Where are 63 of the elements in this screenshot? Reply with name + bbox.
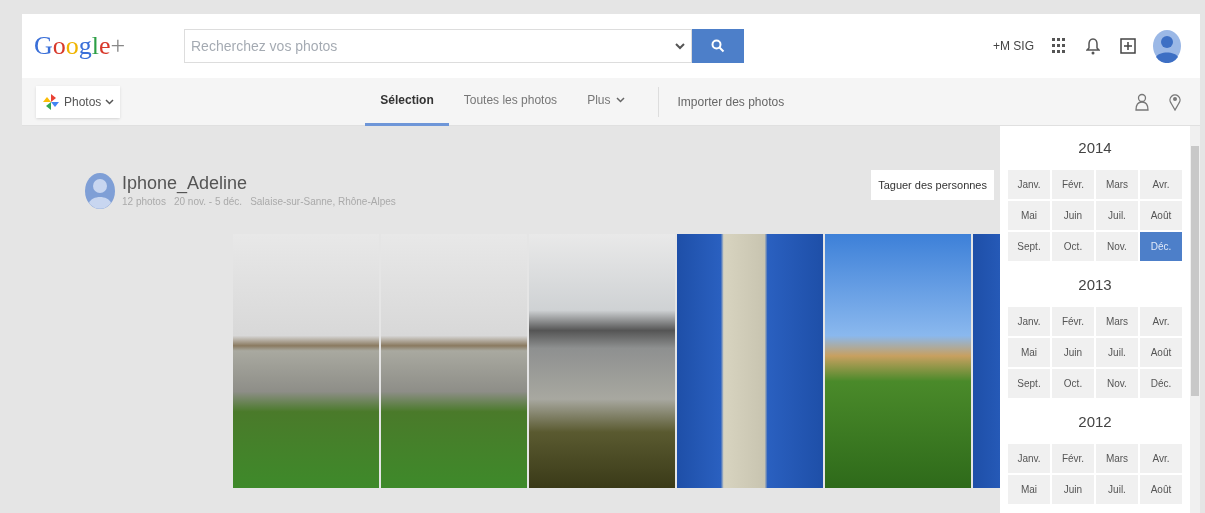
add-icon[interactable]	[1120, 38, 1136, 54]
month-cell[interactable]: Déc.	[1140, 369, 1182, 398]
month-cell[interactable]: Avr.	[1140, 307, 1182, 336]
month-cell[interactable]: Févr.	[1052, 307, 1094, 336]
nav-tab[interactable]: Toutes les photos	[448, 77, 573, 126]
person-icon[interactable]	[1134, 92, 1150, 111]
tag-people-button[interactable]: Taguer des personnes	[871, 170, 994, 200]
caret-icon	[675, 42, 685, 50]
month-cell[interactable]: Août	[1140, 475, 1182, 504]
month-cell[interactable]: Août	[1140, 201, 1182, 230]
bell-icon[interactable]	[1086, 37, 1100, 55]
month-cell[interactable]: Mai	[1008, 201, 1050, 230]
map-pin-icon[interactable]	[1168, 92, 1182, 111]
month-cell[interactable]: Août	[1140, 338, 1182, 367]
month-cell[interactable]: Juil.	[1096, 475, 1138, 504]
album-title: Iphone_Adeline	[122, 172, 249, 194]
month-cell[interactable]: Févr.	[1052, 444, 1094, 473]
month-cell[interactable]: Avr.	[1140, 444, 1182, 473]
photos-menu-button[interactable]: Photos	[36, 85, 121, 118]
nav-tab[interactable]: Plus	[572, 77, 641, 126]
month-cell[interactable]: Juin	[1052, 338, 1094, 367]
month-cell[interactable]: Mars	[1096, 307, 1138, 336]
scrollbar[interactable]	[1190, 126, 1200, 513]
photo-placeholder[interactable]	[529, 234, 675, 488]
year-heading[interactable]: 2013	[1078, 263, 1112, 307]
caret-icon	[616, 97, 626, 103]
month-cell[interactable]: Janv.	[1008, 170, 1050, 199]
album-avatar-icon	[84, 172, 116, 210]
apps-grid-icon[interactable]	[1052, 38, 1066, 54]
month-cell[interactable]: Janv.	[1008, 444, 1050, 473]
month-cell[interactable]: Janv.	[1008, 307, 1050, 336]
account-link[interactable]: +M SIG	[993, 37, 1034, 55]
month-cell[interactable]: Nov.	[1096, 232, 1138, 261]
month-cell[interactable]: Sept.	[1008, 369, 1050, 398]
month-cell[interactable]: Avr.	[1140, 170, 1182, 199]
upload-link[interactable]: Importer des photos	[677, 92, 785, 111]
month-cell[interactable]: Mai	[1008, 338, 1050, 367]
month-cell[interactable]: Mars	[1096, 170, 1138, 199]
search-field[interactable]: Recherchez vos photos	[184, 29, 692, 63]
search-icon	[711, 39, 725, 53]
month-cell[interactable]: Févr.	[1052, 170, 1094, 199]
month-cell[interactable]: Juil.	[1096, 201, 1138, 230]
search-button[interactable]	[692, 29, 744, 63]
month-cell[interactable]: Juin	[1052, 475, 1094, 504]
search-input[interactable]: Recherchez vos photos	[191, 35, 675, 57]
month-cell[interactable]: Sept.	[1008, 232, 1050, 261]
month-cell[interactable]: Juil.	[1096, 338, 1138, 367]
avatar-icon[interactable]	[1152, 29, 1182, 63]
month-cell[interactable]: Oct.	[1052, 369, 1094, 398]
nav-tab[interactable]: Sélection	[365, 77, 449, 126]
album-location: Salaise-sur-Sanne, Rhône-Alpes	[250, 195, 396, 209]
pinwheel-icon	[42, 92, 60, 111]
month-cell[interactable]: Nov.	[1096, 369, 1138, 398]
month-cell[interactable]: Mars	[1096, 444, 1138, 473]
photo-placeholder[interactable]	[677, 234, 823, 488]
caret-icon	[105, 98, 115, 105]
photo-count: 12 photos	[122, 195, 166, 209]
month-cell[interactable]: Mai	[1008, 475, 1050, 504]
year-heading[interactable]: 2014	[1078, 126, 1112, 170]
month-cell[interactable]: Juin	[1052, 201, 1094, 230]
month-cell[interactable]: Oct.	[1052, 232, 1094, 261]
year-heading[interactable]: 2012	[1078, 400, 1112, 444]
logo[interactable]: Google+	[34, 33, 184, 59]
